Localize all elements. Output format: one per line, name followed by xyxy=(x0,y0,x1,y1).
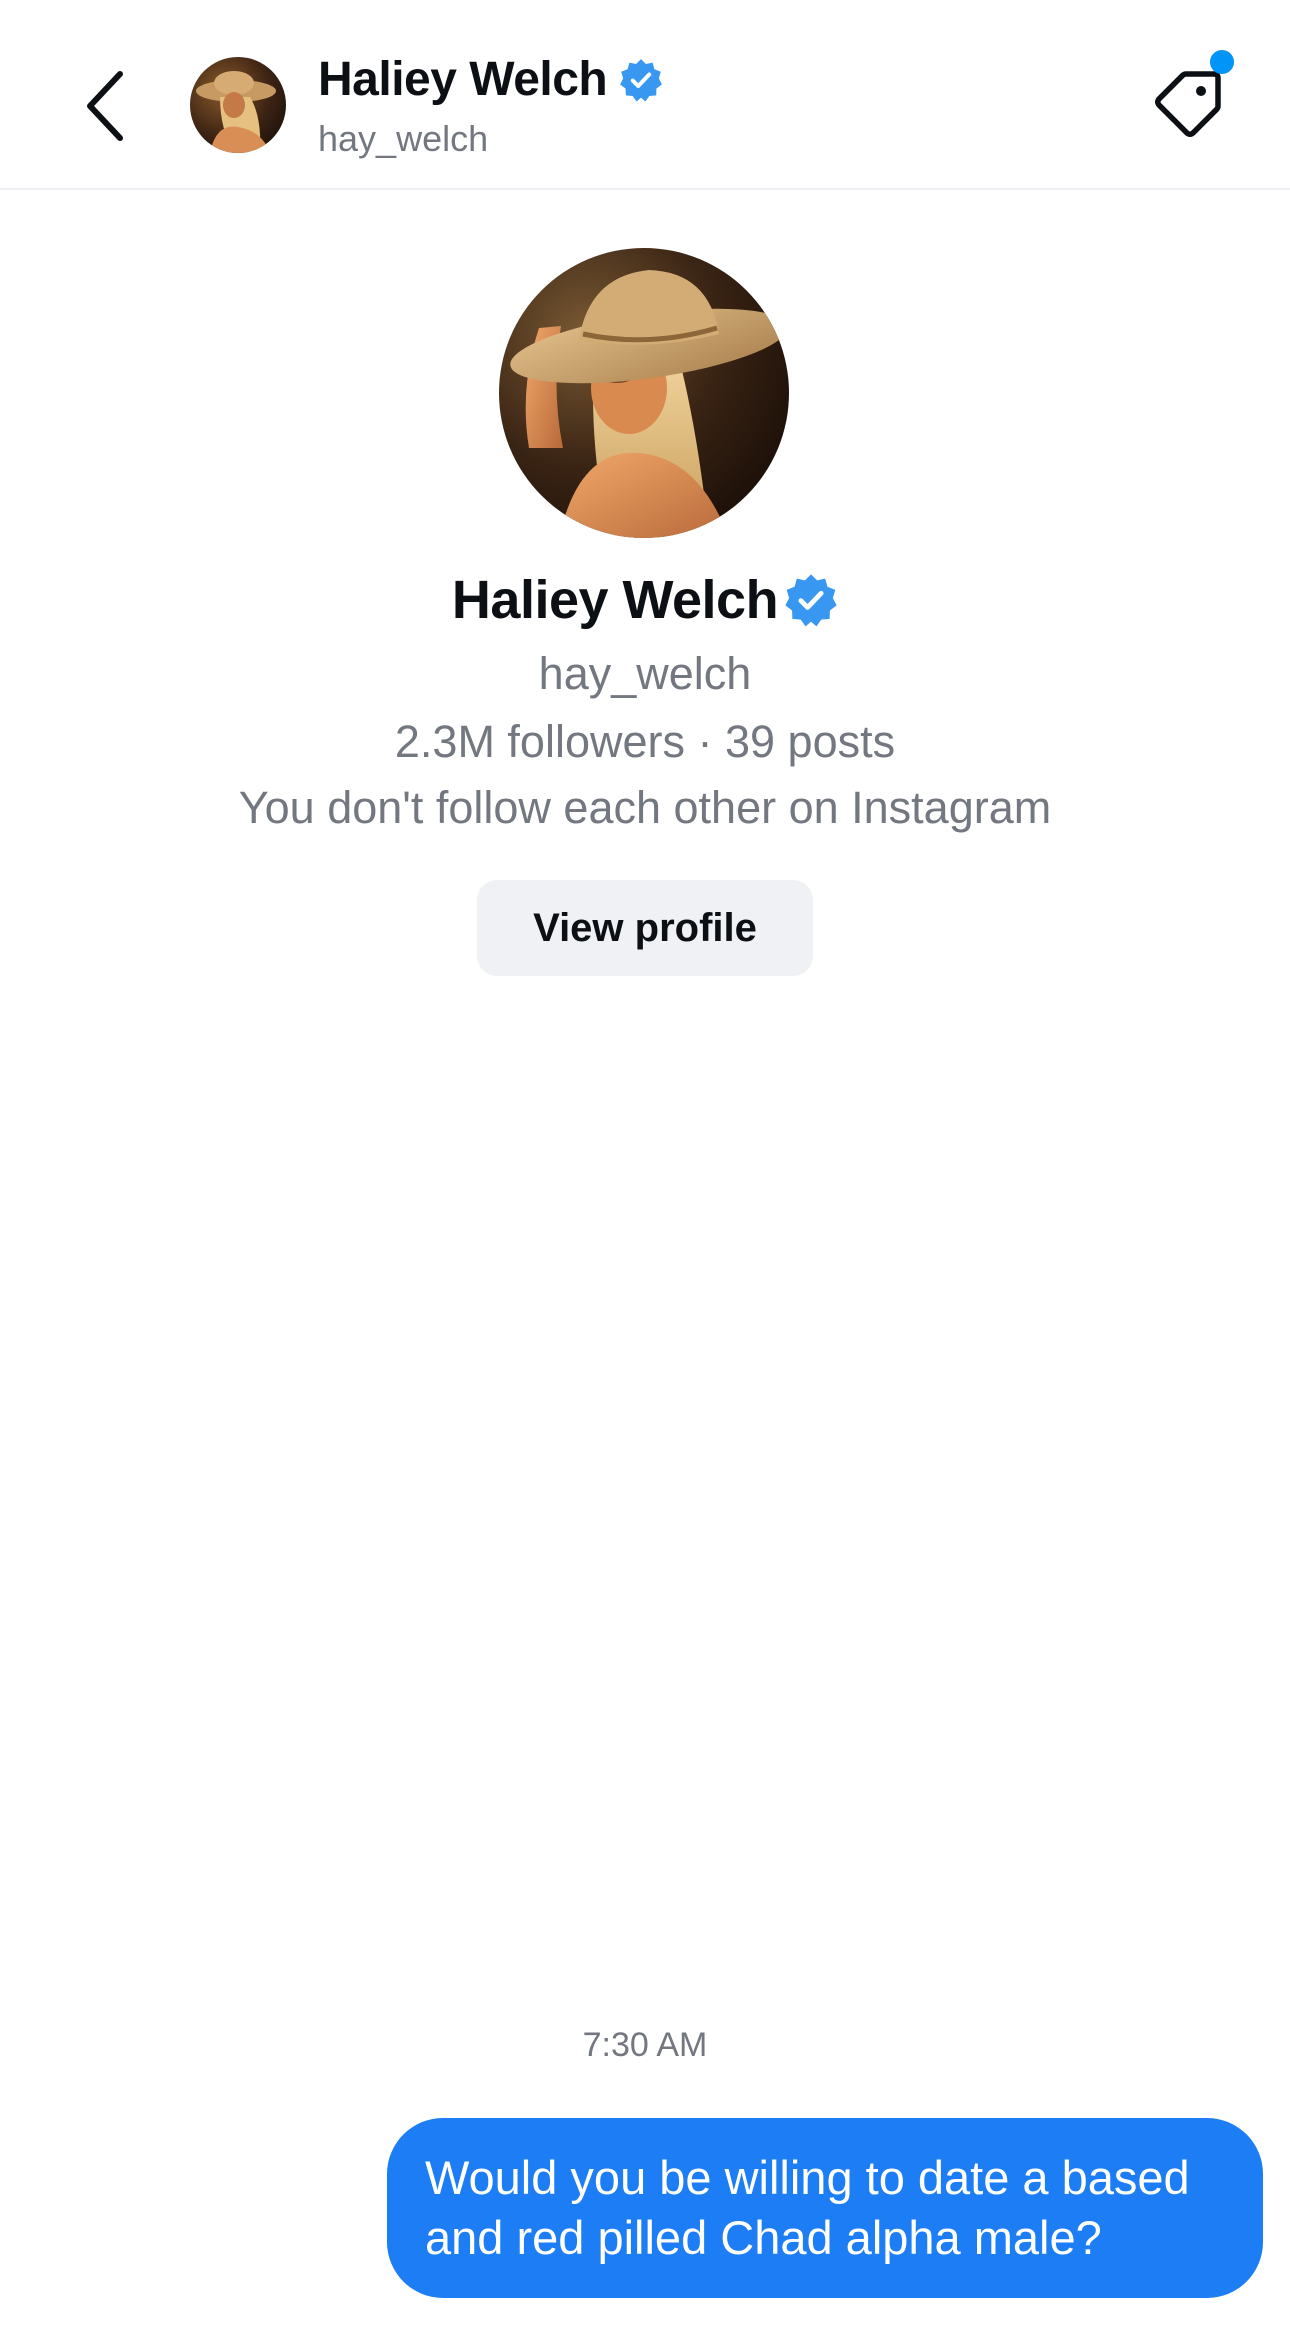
notification-dot xyxy=(1210,50,1234,74)
profile-display-name: Haliey Welch xyxy=(451,570,779,630)
profile-username: hay_welch xyxy=(538,648,752,699)
message-timestamp: 7:30 AM xyxy=(582,2026,708,2064)
follow-status-text: You don't follow each other on Instagram xyxy=(238,782,1052,833)
header-username[interactable]: hay_welch xyxy=(318,118,488,160)
sent-message-bubble[interactable]: Would you be willing to date a based and… xyxy=(387,2118,1263,2298)
chat-header: Haliey Welch hay_welch xyxy=(0,0,1290,190)
profile-name-row: Haliey Welch xyxy=(0,568,1290,632)
view-profile-button[interactable]: View profile xyxy=(477,880,813,976)
profile-avatar[interactable] xyxy=(499,248,789,538)
tag-icon[interactable] xyxy=(1150,66,1226,142)
verified-badge-icon xyxy=(620,59,663,102)
header-avatar[interactable] xyxy=(190,57,286,153)
verified-badge-icon xyxy=(785,574,837,627)
header-name-row[interactable]: Haliey Welch xyxy=(318,52,663,108)
profile-stats: 2.3M followers · 39 posts xyxy=(394,716,896,767)
header-display-name: Haliey Welch xyxy=(318,53,608,106)
back-chevron-icon[interactable] xyxy=(78,66,138,146)
